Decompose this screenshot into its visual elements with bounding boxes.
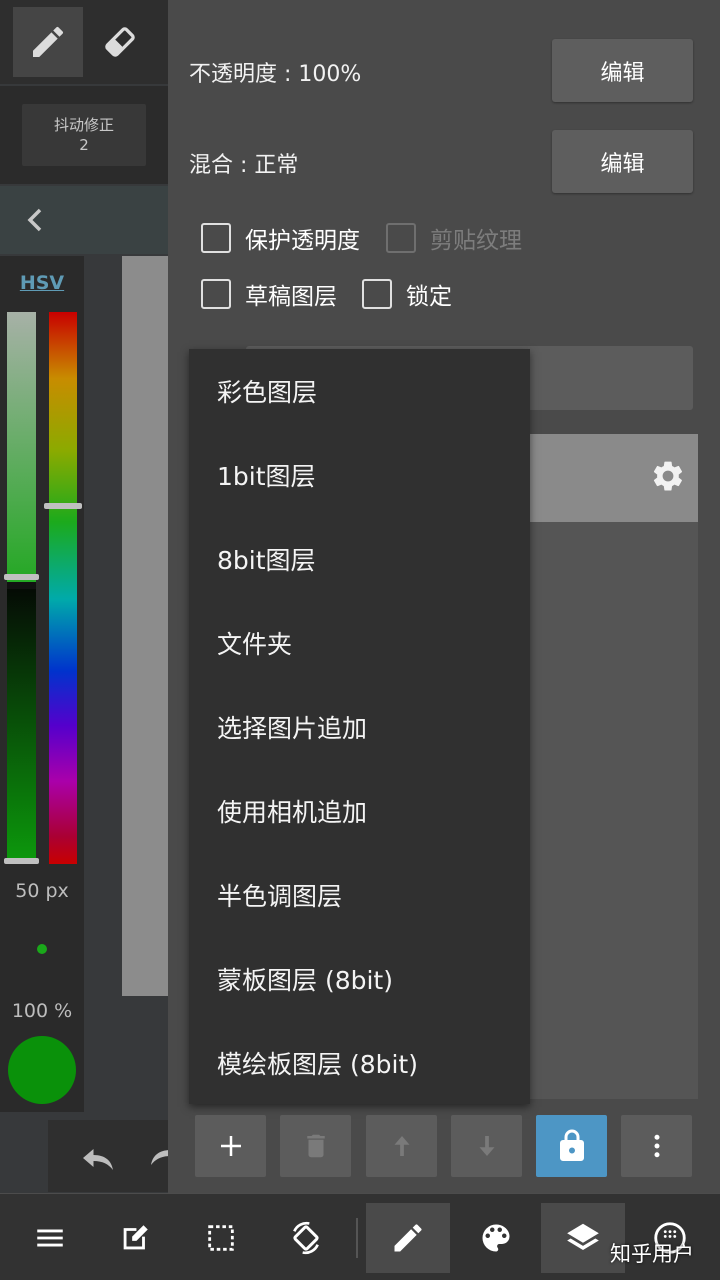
edit-icon — [123, 1225, 148, 1250]
pen-icon — [394, 1224, 422, 1252]
canvas-preview — [122, 256, 168, 996]
move-layer-up-button[interactable] — [366, 1115, 437, 1177]
lock-checkbox[interactable]: 锁定 — [362, 277, 452, 311]
rotate-icon — [293, 1221, 319, 1255]
clipping-checkbox[interactable]: 剪贴纹理 — [386, 221, 522, 255]
redo-button[interactable] — [148, 1138, 168, 1178]
hue-slider-handle[interactable] — [44, 503, 82, 509]
move-layer-down-button[interactable] — [451, 1115, 522, 1177]
lock-label: 锁定 — [406, 284, 452, 310]
selection-icon — [208, 1225, 234, 1251]
menu-item-1bit-layer[interactable]: 1bit图层 — [189, 433, 530, 517]
layer-opacity-label: 不透明度 : 100% — [189, 62, 362, 87]
chevron-left-icon — [27, 208, 42, 232]
main-menu-button[interactable] — [8, 1203, 92, 1273]
add-layer-menu: 彩色图层 1bit图层 8bit图层 文件夹 选择图片追加 使用相机追加 半色调… — [189, 349, 530, 1104]
value-slider-bottom — [7, 589, 36, 864]
trash-icon — [306, 1134, 325, 1158]
opacity-edit-button[interactable]: 编辑 — [552, 39, 693, 102]
add-layer-button[interactable] — [195, 1115, 266, 1177]
brush-tool-button[interactable] — [366, 1203, 450, 1273]
blend-edit-button[interactable]: 编辑 — [552, 130, 693, 193]
stabilizer-value: 2 — [79, 136, 89, 154]
draft-layer-checkbox[interactable]: 草稿图层 — [201, 277, 337, 311]
clipping-box[interactable] — [386, 223, 416, 253]
layer-list — [530, 434, 698, 1099]
brush-size-label[interactable]: 50 px — [0, 880, 84, 902]
plus-icon — [220, 1136, 241, 1156]
eraser-tool-button[interactable] — [85, 7, 155, 77]
lock-box[interactable] — [362, 279, 392, 309]
pen-tool-button[interactable] — [13, 7, 83, 77]
watermark-text: 知乎用户 — [610, 1242, 694, 1266]
redo-icon — [151, 1150, 168, 1165]
draft-layer-label: 草稿图层 — [245, 284, 337, 310]
brush-size-preview — [37, 944, 47, 954]
arrow-down-icon — [479, 1136, 494, 1156]
eraser-icon — [105, 27, 135, 57]
layer-more-button[interactable] — [621, 1115, 692, 1177]
blend-mode-label: 混合 : 正常 — [189, 153, 299, 178]
draft-layer-box[interactable] — [201, 279, 231, 309]
value-slider-handle-bottom[interactable] — [4, 858, 39, 864]
value-slider[interactable] — [4, 312, 39, 864]
stabilizer-label: 抖动修正 — [53, 116, 114, 134]
delete-layer-button[interactable] — [280, 1115, 351, 1177]
menu-item-color-layer[interactable]: 彩色图层 — [189, 349, 530, 433]
layers-icon — [567, 1223, 599, 1251]
hue-slider[interactable] — [49, 312, 77, 864]
gear-icon[interactable] — [650, 458, 686, 494]
undo-button[interactable] — [78, 1138, 118, 1178]
edit-button[interactable] — [93, 1203, 177, 1273]
clipping-label: 剪贴纹理 — [430, 228, 522, 254]
undo-icon — [83, 1149, 113, 1170]
menu-item-add-image[interactable]: 选择图片追加 — [189, 685, 530, 769]
hamburger-icon — [37, 1229, 63, 1247]
menu-item-mask-layer[interactable]: 蒙板图层 (8bit) — [189, 937, 530, 1021]
stabilizer-button[interactable]: 抖动修正 2 — [22, 104, 146, 166]
menu-item-folder[interactable]: 文件夹 — [189, 601, 530, 685]
protect-alpha-checkbox[interactable]: 保护透明度 — [201, 221, 360, 255]
palette-icon — [482, 1224, 510, 1252]
menu-item-add-camera[interactable]: 使用相机追加 — [189, 769, 530, 853]
current-color-swatch[interactable] — [8, 1036, 76, 1104]
lock-icon — [559, 1129, 584, 1161]
brush-opacity-label[interactable]: 100 % — [0, 1000, 84, 1022]
rotate-canvas-button[interactable] — [264, 1203, 348, 1273]
arrow-up-icon — [394, 1136, 409, 1156]
more-vert-icon — [654, 1134, 659, 1158]
color-palette-button[interactable] — [454, 1203, 538, 1273]
collapse-panel-button[interactable] — [18, 200, 54, 240]
selection-button[interactable] — [179, 1203, 263, 1273]
menu-item-halftone-layer[interactable]: 半色调图层 — [189, 853, 530, 937]
value-slider-handle[interactable] — [4, 574, 39, 580]
color-mode-link[interactable]: HSV — [0, 272, 84, 294]
nav-divider — [356, 1218, 358, 1258]
lock-layer-button[interactable] — [536, 1115, 607, 1177]
protect-alpha-box[interactable] — [201, 223, 231, 253]
menu-item-stencil-layer[interactable]: 模绘板图层 (8bit) — [189, 1021, 530, 1105]
value-slider-top — [7, 312, 36, 582]
pen-icon — [33, 26, 64, 57]
menu-item-8bit-layer[interactable]: 8bit图层 — [189, 517, 530, 601]
protect-alpha-label: 保护透明度 — [245, 228, 360, 254]
